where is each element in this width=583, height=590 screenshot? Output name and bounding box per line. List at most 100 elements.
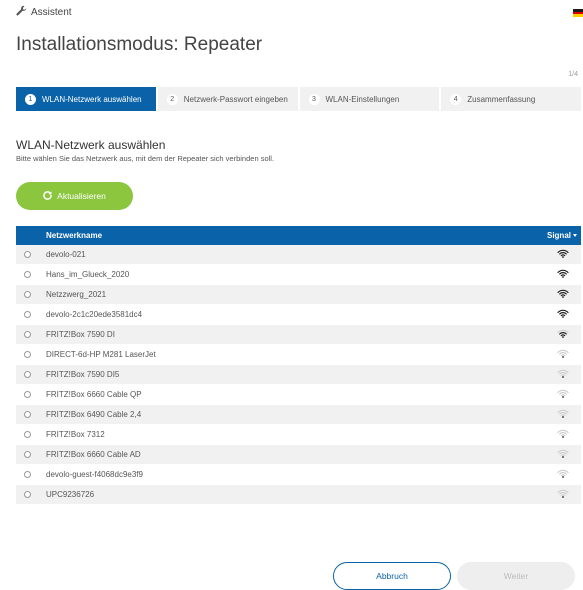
network-radio[interactable]: [24, 371, 31, 378]
network-radio[interactable]: [24, 491, 31, 498]
network-name: devolo-2c1c20ede3581dc4: [46, 304, 529, 325]
wifi-signal-icon: [557, 409, 569, 420]
radio-cell: [16, 444, 46, 465]
radio-cell: [16, 245, 46, 265]
table-row[interactable]: FRITZ!Box 6660 Cable QP: [16, 384, 581, 405]
wifi-signal-icon: [557, 269, 569, 280]
radio-cell: [16, 324, 46, 345]
step-label: WLAN-Einstellungen: [325, 94, 400, 104]
network-radio[interactable]: [24, 411, 31, 418]
table-row[interactable]: devolo-2c1c20ede3581dc4: [16, 304, 581, 325]
network-name: Netzzwerg_2021: [46, 284, 529, 305]
table-header-row: Netzwerkname Signal: [16, 226, 581, 245]
radio-column-header: [16, 226, 46, 245]
step-number: 2: [166, 93, 178, 105]
signal-cell: [529, 404, 581, 425]
wifi-signal-icon: [557, 349, 569, 360]
network-radio[interactable]: [24, 451, 31, 458]
table-row[interactable]: FRITZ!Box 6490 Cable 2,4: [16, 404, 581, 425]
table-row[interactable]: FRITZ!Box 7590 DI: [16, 324, 581, 345]
section-description: Bitte wählen Sie das Netzwerk aus, mit d…: [16, 154, 275, 163]
wifi-signal-icon: [557, 389, 569, 400]
step-number: 4: [450, 93, 462, 105]
radio-cell: [16, 464, 46, 485]
network-radio[interactable]: [24, 291, 31, 298]
assistant-label: Assistent: [16, 5, 72, 19]
network-name: FRITZ!Box 6660 Cable QP: [46, 384, 529, 405]
step-number: 3: [308, 93, 320, 105]
network-name: FRITZ!Box 7312: [46, 424, 529, 445]
step-2: 2 Netzwerk-Passwort eingeben: [157, 87, 298, 111]
signal-cell: [529, 424, 581, 445]
step-4: 4 Zusammenfassung: [441, 87, 581, 111]
radio-cell: [16, 264, 46, 285]
wifi-signal-icon: [557, 329, 569, 340]
step-1: 1 WLAN-Netzwerk auswählen: [16, 87, 156, 111]
table-row[interactable]: devolo-021: [16, 245, 581, 265]
german-flag-icon: [573, 9, 583, 18]
table-row[interactable]: DIRECT-6d-HP M281 LaserJet: [16, 344, 581, 365]
sort-caret-icon: [573, 234, 577, 238]
language-selector[interactable]: [573, 9, 583, 18]
signal-cell: [529, 284, 581, 305]
radio-cell: [16, 484, 46, 505]
step-counter: 1/4: [568, 71, 578, 78]
table-row[interactable]: Netzzwerg_2021: [16, 284, 581, 305]
network-radio[interactable]: [24, 431, 31, 438]
refresh-button[interactable]: Aktualisieren: [16, 182, 133, 210]
section-title: WLAN-Netzwerk auswählen: [16, 138, 166, 152]
network-radio[interactable]: [24, 331, 31, 338]
wifi-signal-icon: [557, 449, 569, 460]
network-name: FRITZ!Box 7590 DI: [46, 324, 529, 345]
table-row[interactable]: FRITZ!Box 7590 DI5: [16, 364, 581, 385]
radio-cell: [16, 344, 46, 365]
table-row[interactable]: devolo-guest-f4068dc9e3f9: [16, 464, 581, 485]
network-radio[interactable]: [24, 311, 31, 318]
network-name-header[interactable]: Netzwerkname: [46, 226, 529, 245]
wifi-signal-icon: [557, 369, 569, 380]
signal-cell: [529, 464, 581, 485]
radio-cell: [16, 384, 46, 405]
signal-cell: [529, 304, 581, 325]
table-row[interactable]: UPC9236726: [16, 484, 581, 505]
signal-header[interactable]: Signal: [529, 226, 581, 245]
signal-cell: [529, 264, 581, 285]
table-row[interactable]: FRITZ!Box 6660 Cable AD: [16, 444, 581, 465]
step-label: Zusammenfassung: [467, 94, 536, 104]
step-progress: 1 WLAN-Netzwerk auswählen 2 Netzwerk-Pas…: [16, 87, 581, 111]
network-name: FRITZ!Box 7590 DI5: [46, 364, 529, 385]
network-radio[interactable]: [24, 271, 31, 278]
signal-cell: [529, 344, 581, 365]
wifi-signal-icon: [557, 429, 569, 440]
step-number: 1: [25, 93, 36, 105]
wifi-signal-icon: [557, 309, 569, 320]
top-bar: Assistent: [16, 5, 583, 23]
signal-cell: [529, 324, 581, 345]
network-name: DIRECT-6d-HP M281 LaserJet: [46, 344, 529, 365]
refresh-label: Aktualisieren: [57, 191, 106, 201]
wifi-signal-icon: [557, 289, 569, 300]
table-row[interactable]: FRITZ!Box 7312: [16, 424, 581, 445]
signal-cell: [529, 245, 581, 265]
network-radio[interactable]: [24, 471, 31, 478]
network-name: UPC9236726: [46, 484, 529, 505]
table-row[interactable]: Hans_im_Glueck_2020: [16, 264, 581, 285]
signal-cell: [529, 364, 581, 385]
wifi-signal-icon: [557, 469, 569, 480]
network-radio[interactable]: [24, 351, 31, 358]
signal-cell: [529, 444, 581, 465]
network-radio[interactable]: [24, 251, 31, 258]
radio-cell: [16, 284, 46, 305]
signal-cell: [529, 484, 581, 505]
network-table: Netzwerkname Signal devolo-021 Hans_im_Gl…: [16, 226, 581, 505]
signal-cell: [529, 384, 581, 405]
network-name: devolo-guest-f4068dc9e3f9: [46, 464, 529, 485]
signal-header-label: Signal: [546, 231, 571, 240]
radio-cell: [16, 404, 46, 425]
step-label: Netzwerk-Passwort eingeben: [183, 94, 288, 104]
network-name: devolo-021: [46, 245, 529, 265]
wrench-icon: [16, 5, 31, 19]
network-name: FRITZ!Box 6490 Cable 2,4: [46, 404, 529, 425]
step-label: WLAN-Netzwerk auswählen: [42, 94, 142, 104]
network-radio[interactable]: [24, 391, 31, 398]
